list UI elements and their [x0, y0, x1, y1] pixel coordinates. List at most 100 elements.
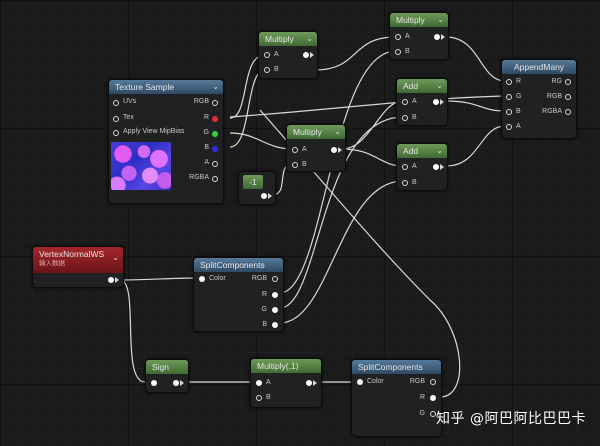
pin-circle-icon[interactable]	[264, 52, 270, 58]
multiply-node[interactable]: Multiply ⌄ A B	[389, 12, 449, 60]
pin-circle-icon[interactable]	[402, 115, 408, 121]
pin-circle-icon[interactable]	[272, 276, 278, 282]
input-pin-label: B	[266, 394, 271, 401]
chevron-down-icon[interactable]: ⌄	[112, 251, 119, 265]
pin-circle-icon[interactable]	[256, 395, 262, 401]
input-pin-label: Color	[367, 378, 384, 385]
pin-circle-icon[interactable]	[212, 131, 218, 137]
pin-circle-icon[interactable]	[264, 67, 270, 73]
pin-circle-icon[interactable]	[565, 79, 571, 85]
add-node[interactable]: Add ⌄ A B	[396, 143, 448, 191]
pin-circle-icon[interactable]	[212, 100, 218, 106]
node-header: AppendMany	[502, 60, 576, 74]
texture-preview-thumbnail	[111, 142, 171, 190]
wire	[341, 100, 404, 150]
split-components-node[interactable]: SplitComponents Color RGB R G	[351, 359, 442, 437]
pin-circle-icon[interactable]	[395, 34, 401, 40]
input-pin-label: A	[274, 51, 279, 58]
pin-circle-icon[interactable]	[506, 79, 512, 85]
pin-circle-icon[interactable]	[303, 52, 309, 58]
chevron-down-icon[interactable]: ⌄	[306, 32, 313, 46]
pin-circle-icon[interactable]	[433, 164, 439, 170]
pin-circle-icon[interactable]	[434, 34, 440, 40]
wire	[229, 95, 506, 118]
pin-circle-icon[interactable]	[151, 380, 157, 386]
chevron-down-icon[interactable]: ⌄	[212, 80, 219, 94]
output-pin-label: RGB	[409, 378, 425, 385]
multiply-constant-node[interactable]: Multiply(,1) A B	[250, 358, 322, 408]
pin-circle-icon[interactable]	[565, 109, 571, 115]
pin-circle-icon[interactable]	[402, 164, 408, 170]
pin-circle-icon[interactable]	[402, 99, 408, 105]
node-header: Multiply ⌄	[259, 32, 317, 46]
output-pin-label: R	[203, 114, 209, 121]
chevron-down-icon[interactable]: ⌄	[436, 144, 443, 158]
input-pin-label: Apply View MipBias	[123, 128, 185, 135]
wire	[341, 148, 404, 167]
input-pin-label: A	[412, 163, 417, 170]
node-title: Multiply(,1)	[257, 361, 299, 371]
node-header: Multiply(,1)	[251, 359, 321, 373]
pin-circle-icon[interactable]	[272, 292, 278, 298]
pin-circle-icon[interactable]	[430, 395, 436, 401]
pin-circle-icon[interactable]	[430, 379, 436, 385]
input-pin-label: B	[274, 66, 279, 73]
wire	[119, 277, 198, 281]
vertex-normal-ws-node[interactable]: VertexNormalWS 输入数据 ⌄	[32, 246, 124, 288]
sign-node[interactable]: Sign	[145, 359, 189, 393]
constant-node[interactable]: -1	[238, 171, 276, 205]
output-pin-label: G	[261, 306, 267, 313]
pin-circle-icon[interactable]	[173, 380, 179, 386]
pin-circle-icon[interactable]	[292, 162, 298, 168]
pin-circle-icon[interactable]	[199, 276, 205, 282]
pin-circle-icon[interactable]	[113, 100, 119, 106]
chevron-down-icon[interactable]: ⌄	[334, 125, 341, 139]
pin-circle-icon[interactable]	[272, 307, 278, 313]
node-title: Sign	[152, 362, 170, 372]
pin-circle-icon[interactable]	[395, 49, 401, 55]
pin-circle-icon[interactable]	[292, 147, 298, 153]
output-pin-label: R	[261, 291, 267, 298]
split-components-node[interactable]: SplitComponents Color RGB R G B	[193, 257, 284, 332]
pin-circle-icon[interactable]	[433, 99, 439, 105]
multiply-node[interactable]: Multiply ⌄ A B	[258, 31, 318, 79]
pin-circle-icon[interactable]	[357, 379, 363, 385]
input-pin-label: B	[412, 114, 417, 121]
output-pin-label: A	[204, 159, 209, 166]
pin-circle-icon[interactable]	[506, 109, 512, 115]
texture-sample-node[interactable]: Texture Sample ⌄ UVs Tex Apply View MipB…	[108, 79, 224, 204]
pin-circle-icon[interactable]	[506, 124, 512, 130]
pin-circle-icon[interactable]	[113, 130, 119, 136]
node-header: -1	[243, 175, 263, 189]
material-graph-canvas[interactable]: Texture Sample ⌄ UVs Tex Apply View MipB…	[0, 0, 600, 446]
node-title: Add	[403, 81, 419, 91]
input-pin-label: Tex	[123, 114, 134, 121]
output-pin-label: RG	[551, 78, 563, 85]
exec-arrow-icon	[115, 277, 119, 283]
pin-circle-icon[interactable]	[212, 146, 218, 152]
chevron-down-icon[interactable]: ⌄	[437, 13, 444, 27]
append-many-node[interactable]: AppendMany R G B A RG RGB RGBA	[501, 59, 577, 139]
node-title: Multiply	[396, 15, 425, 25]
pin-circle-icon[interactable]	[212, 116, 218, 122]
pin-circle-icon[interactable]	[565, 94, 571, 100]
add-node[interactable]: Add ⌄ A B	[396, 78, 448, 126]
multiply-node[interactable]: Multiply ⌄ A B	[286, 124, 346, 172]
input-pin-label: B	[412, 179, 417, 186]
pin-circle-icon[interactable]	[212, 161, 218, 167]
node-title: Multiply	[265, 34, 294, 44]
pin-circle-icon[interactable]	[402, 180, 408, 186]
pin-circle-icon[interactable]	[108, 277, 114, 283]
pin-circle-icon[interactable]	[113, 116, 119, 122]
pin-circle-icon[interactable]	[261, 193, 267, 199]
pin-circle-icon[interactable]	[506, 94, 512, 100]
pin-circle-icon[interactable]	[272, 322, 278, 328]
pin-circle-icon[interactable]	[212, 176, 218, 182]
node-title: SplitComponents	[200, 260, 265, 270]
pin-circle-icon[interactable]	[331, 147, 337, 153]
node-header: Add ⌄	[397, 144, 447, 158]
pin-circle-icon[interactable]	[256, 380, 262, 386]
pin-circle-icon[interactable]	[306, 380, 312, 386]
chevron-down-icon[interactable]: ⌄	[436, 79, 443, 93]
output-pin-label: RGB	[251, 275, 267, 282]
